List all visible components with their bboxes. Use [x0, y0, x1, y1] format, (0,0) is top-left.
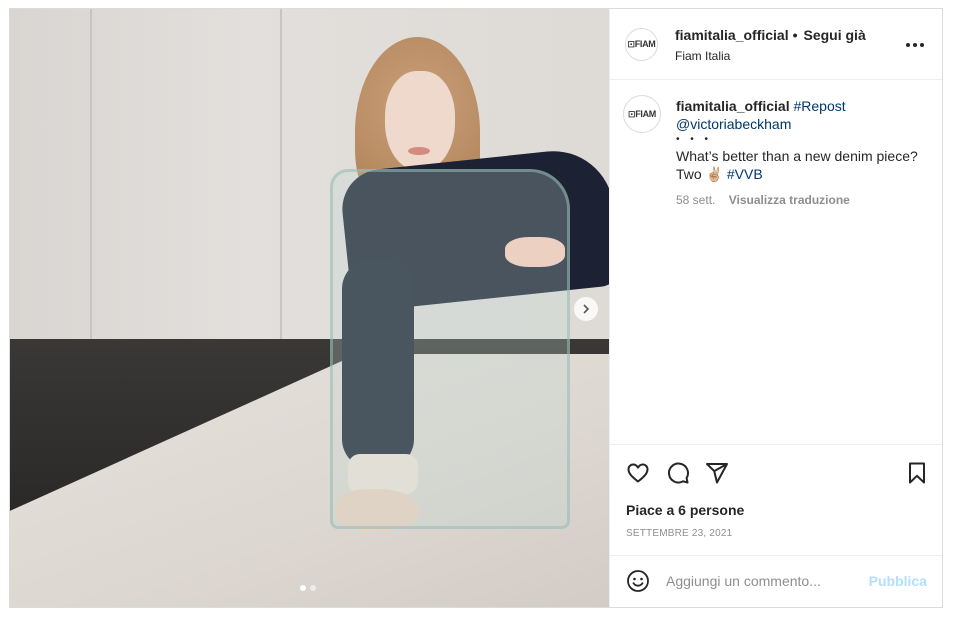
vvb-hashtag-link[interactable]: #VVB [727, 166, 763, 182]
follow-button[interactable]: Segui già [804, 27, 866, 43]
comment-input[interactable] [666, 570, 866, 592]
post-actions: Piace a 6 persone SETTEMBRE 23, 2021 [610, 444, 942, 555]
photo-model-hand [505, 237, 565, 267]
post-photo[interactable] [10, 9, 609, 607]
caption-body: What’s better than a new denim piece? Tw… [676, 147, 926, 183]
caption-avatar[interactable]: ⊡FIAM [623, 95, 661, 133]
caption-meta: 58 sett. Visualizza traduzione [676, 191, 926, 209]
bookmark-icon[interactable] [905, 461, 929, 485]
caption-time[interactable]: 58 sett. [676, 193, 715, 207]
photo-model-lips [408, 147, 430, 155]
caption-text: What’s better than a new denim piece? Tw… [676, 148, 918, 182]
carousel-next-button[interactable] [574, 297, 598, 321]
repost-hashtag-link[interactable]: #Repost [793, 98, 845, 114]
likes-count[interactable]: Piace a 6 persone [626, 502, 744, 518]
username-link[interactable]: fiamitalia_official [675, 27, 789, 43]
photo-model-face [385, 71, 455, 171]
caption-bullets: • • • [676, 134, 713, 145]
carousel-indicator [300, 585, 316, 591]
location-link[interactable]: Fiam Italia [675, 49, 730, 63]
caption: fiamitalia_official #Repost @victoriabec… [676, 97, 926, 209]
more-horizontal-icon [906, 43, 924, 47]
instagram-post: ⊡FIAM fiamitalia_official • Segui già Fiam… [9, 8, 943, 608]
heart-icon[interactable] [626, 461, 650, 485]
comment-form: Pubblica [610, 555, 942, 607]
post-date[interactable]: SETTEMBRE 23, 2021 [626, 528, 732, 539]
caption-first-line: fiamitalia_official #Repost [676, 97, 926, 115]
avatar[interactable]: ⊡FIAM [625, 28, 658, 61]
header-separator: • [792, 27, 798, 43]
comment-bubble-icon[interactable] [666, 461, 690, 485]
post-side-panel: ⊡FIAM fiamitalia_official • Segui già Fiam… [609, 9, 942, 607]
paper-plane-icon[interactable] [705, 461, 729, 485]
translate-button[interactable]: Visualizza traduzione [729, 193, 850, 207]
carousel-dot [310, 585, 316, 591]
smiley-icon[interactable] [626, 569, 650, 593]
photo-glass-chair [330, 169, 570, 529]
carousel-dot-active [300, 585, 306, 591]
publish-button[interactable]: Pubblica [869, 573, 927, 589]
photo-wall-seam [90, 9, 92, 369]
mention-link[interactable]: @victoriabeckham [676, 115, 926, 133]
photo-wall-seam [280, 9, 282, 369]
caption-username-link[interactable]: fiamitalia_official [676, 98, 790, 114]
more-options-button[interactable] [905, 31, 925, 54]
chevron-right-icon [583, 304, 590, 314]
post-header: ⊡FIAM fiamitalia_official • Segui già Fiam… [610, 9, 942, 80]
post-header-text: fiamitalia_official • Segui già [675, 27, 866, 43]
